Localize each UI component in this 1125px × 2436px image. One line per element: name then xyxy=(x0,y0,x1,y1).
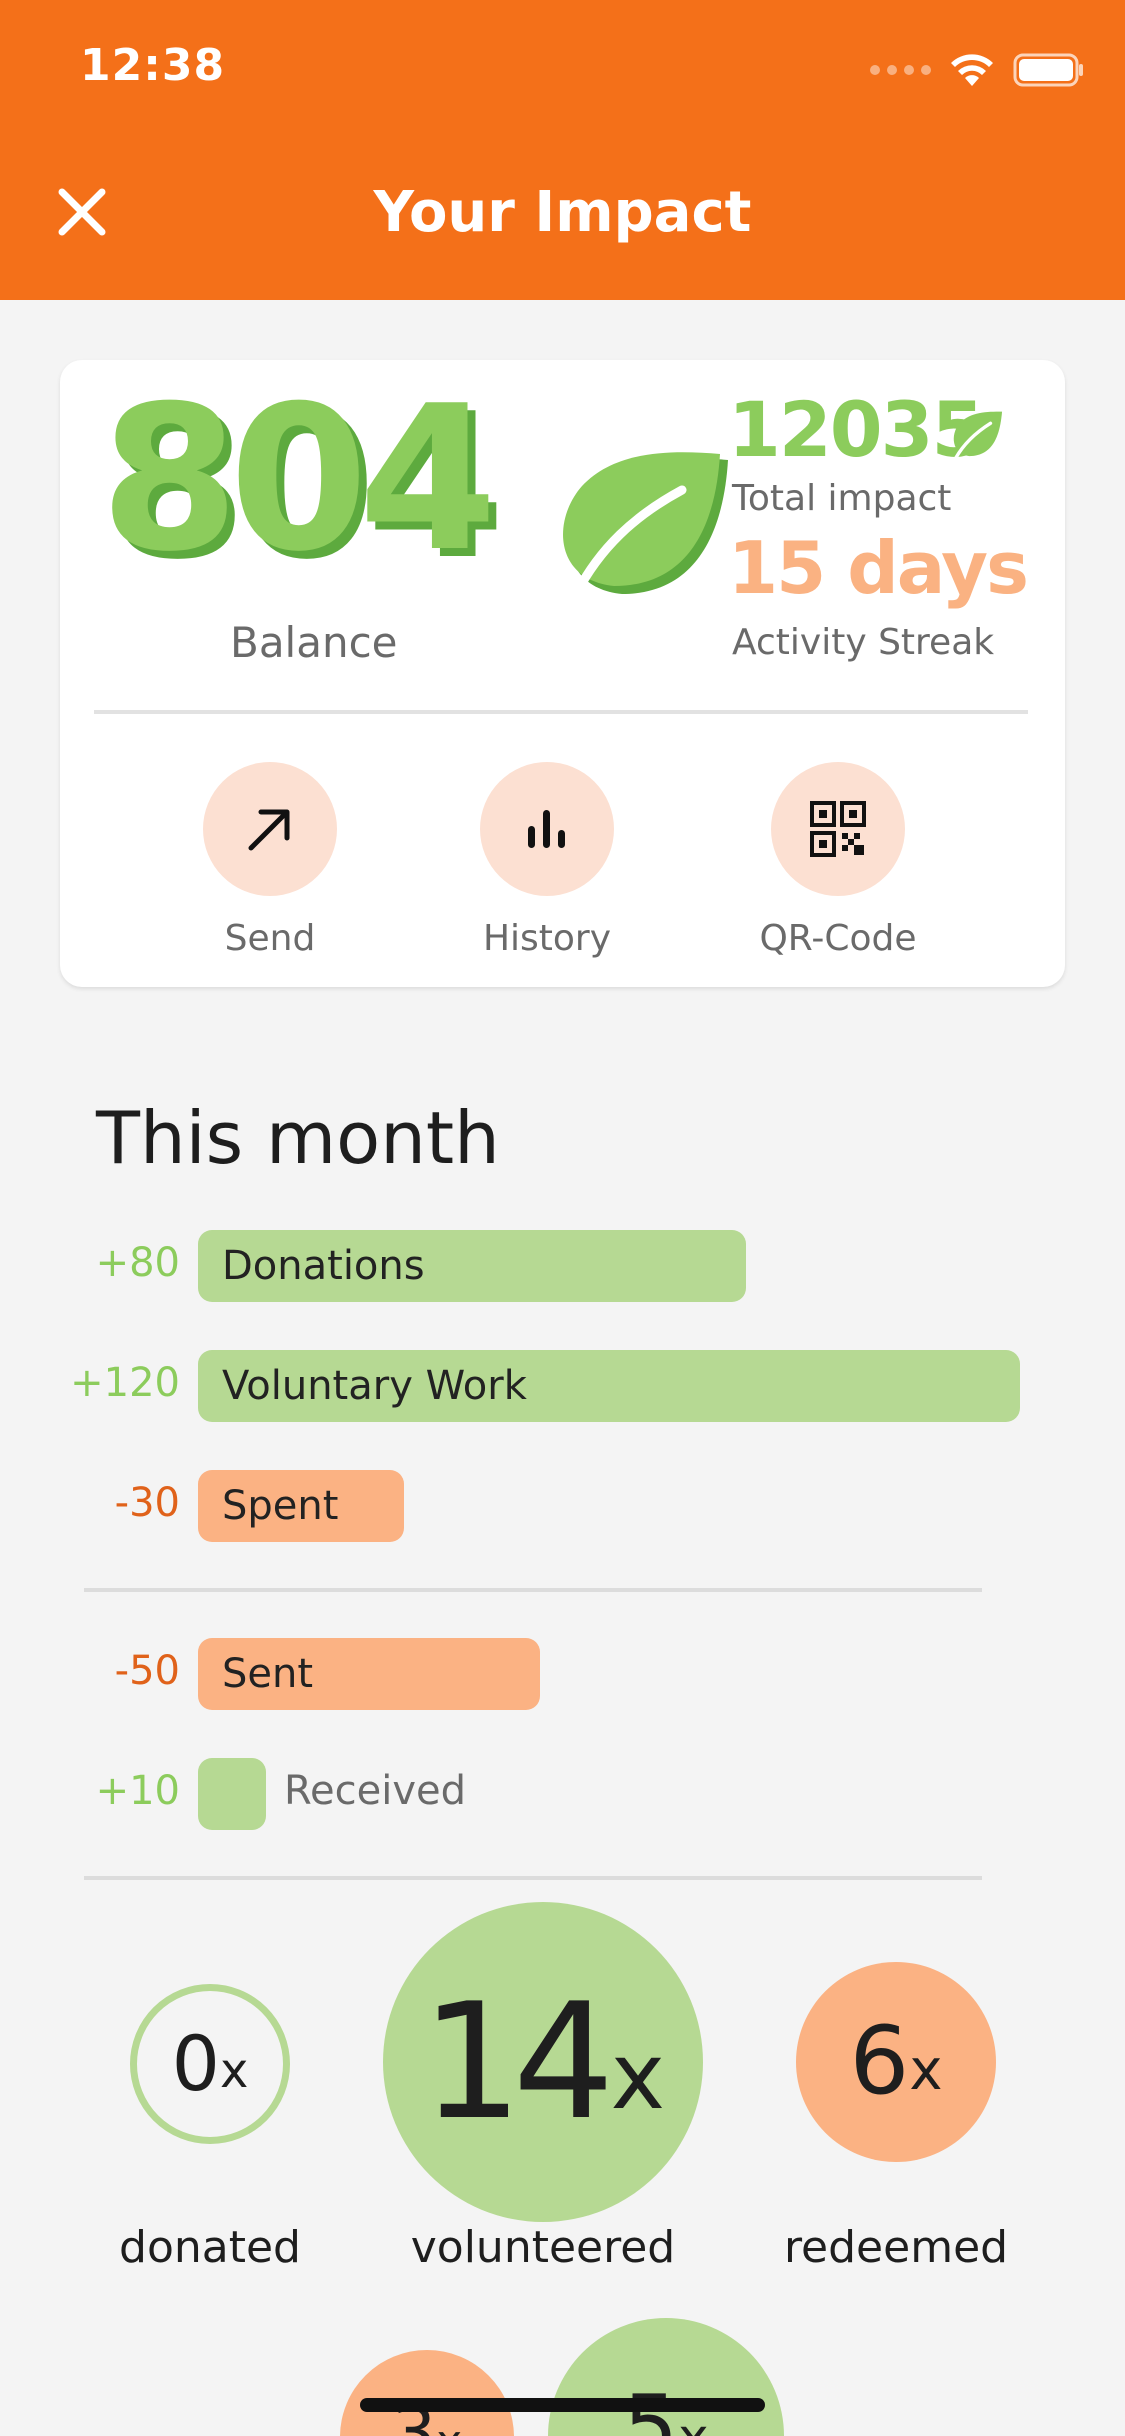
row-label: Voluntary Work xyxy=(222,1363,527,1409)
row-bar xyxy=(198,1758,266,1830)
row-bar: Spent xyxy=(198,1470,404,1542)
leaf-icon xyxy=(563,452,728,599)
volunteered-label: volunteered xyxy=(410,2222,676,2273)
balance-card: 804 Balance 12035 Total impact 15 days A… xyxy=(60,360,1065,987)
donated-label: donated xyxy=(119,2222,301,2273)
donated-count-bubble: 0x xyxy=(130,1984,290,2144)
volunteered-count-bubble: 14 x xyxy=(383,1902,703,2222)
status-icons xyxy=(870,50,1085,90)
row-label: Spent xyxy=(222,1483,339,1529)
balance-value: 804 xyxy=(100,363,497,596)
row-amount: -30 xyxy=(114,1480,180,1526)
divider xyxy=(84,1588,982,1592)
card-divider xyxy=(94,710,1028,714)
history-label: History xyxy=(482,918,612,959)
row-amount: +120 xyxy=(70,1360,180,1406)
section-title-this-month: This month xyxy=(96,1096,500,1180)
qr-code-icon-circle xyxy=(771,762,905,896)
bubble-suffix: x xyxy=(678,2412,709,2436)
leaf-icon xyxy=(953,411,1003,460)
month-row-voluntary-work: +120 Voluntary Work xyxy=(0,1350,1125,1422)
row-label: Received xyxy=(284,1768,466,1814)
bubble-suffix: x xyxy=(436,2420,462,2436)
battery-icon xyxy=(1013,53,1083,87)
row-bar: Sent xyxy=(198,1638,540,1710)
header-bar: 12:38 Your Impact xyxy=(0,0,1125,300)
send-label: Send xyxy=(224,918,316,959)
bar-chart-icon xyxy=(528,810,565,848)
qr-code-label: QR-Code xyxy=(759,918,917,959)
send-button[interactable]: Send xyxy=(170,762,370,959)
row-bar: Donations xyxy=(198,1230,746,1302)
qr-code-button[interactable]: QR-Code xyxy=(738,762,938,959)
count-bubble: 3x xyxy=(340,2350,514,2436)
activity-streak-value: 15 days xyxy=(728,526,1029,610)
activity-streak-label: Activity Streak xyxy=(732,622,995,663)
cellular-signal-icon xyxy=(870,65,931,75)
home-indicator[interactable] xyxy=(360,2398,765,2412)
row-label: Donations xyxy=(222,1243,425,1289)
month-row-received: +10 Received xyxy=(0,1758,1125,1830)
bubble-count: 0 xyxy=(171,2019,220,2108)
month-row-sent: -50 Sent xyxy=(0,1638,1125,1710)
arrow-up-right-icon xyxy=(248,809,290,851)
row-amount: -50 xyxy=(114,1648,180,1694)
impact-screen: 12:38 Your Impact 804 Balance 12035 Tota… xyxy=(0,0,1125,2436)
redeemed-count-bubble: 6x xyxy=(796,1962,996,2162)
total-impact-value: 12035 xyxy=(728,385,984,474)
total-impact-label: Total impact xyxy=(732,478,952,519)
send-icon-circle xyxy=(203,762,337,896)
bubble-count: 14 xyxy=(420,1968,615,2155)
history-icon-circle xyxy=(480,762,614,896)
page-title: Your Impact xyxy=(373,180,752,245)
month-row-spent: -30 Spent xyxy=(0,1470,1125,1542)
bubble-suffix: x xyxy=(219,2043,249,2099)
count-bubble: 5x xyxy=(548,2318,784,2436)
history-button[interactable]: History xyxy=(447,762,647,959)
month-row-donations: +80 Donations xyxy=(0,1230,1125,1302)
row-amount: +10 xyxy=(95,1768,180,1814)
bubble-count: 6 xyxy=(849,2007,910,2116)
bubble-suffix: x xyxy=(610,2023,666,2130)
row-bar: Voluntary Work xyxy=(198,1350,1020,1422)
wifi-icon xyxy=(951,54,993,86)
row-amount: +80 xyxy=(95,1240,180,1286)
qr-code-icon xyxy=(810,801,866,857)
redeemed-label: redeemed xyxy=(783,2222,1009,2273)
balance-label: Balance xyxy=(230,618,398,667)
row-label: Sent xyxy=(222,1651,314,1697)
divider xyxy=(84,1876,982,1880)
bubble-suffix: x xyxy=(909,2038,943,2103)
status-time: 12:38 xyxy=(80,40,226,91)
